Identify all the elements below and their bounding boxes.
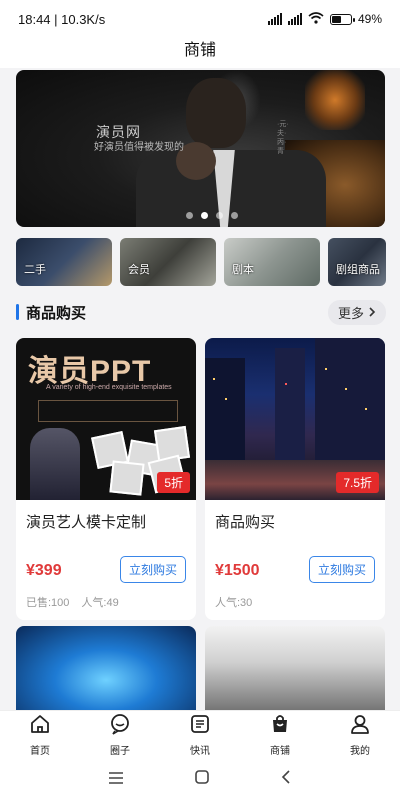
product-price: ¥1500 xyxy=(215,562,260,579)
product-image-subtitle: A variety of high-end exquisite template… xyxy=(46,384,172,391)
battery-text: 49% xyxy=(357,12,382,26)
product-name: 演员艺人模卡定制 xyxy=(26,514,147,531)
product-image-window xyxy=(225,398,227,400)
product-image-person xyxy=(30,428,80,500)
section-header: 商品购买 更多 xyxy=(16,299,386,325)
product-name: 商品购买 xyxy=(215,514,276,531)
product-image-window xyxy=(285,383,287,385)
product-image-window xyxy=(365,408,367,410)
banner-side-text: ·元·夫·丙·青 xyxy=(277,121,289,155)
category-script[interactable]: 剧本 xyxy=(224,238,320,286)
tab-label: 商铺 xyxy=(270,745,290,757)
category-label: 剧本 xyxy=(232,264,254,276)
more-button[interactable]: 更多 xyxy=(327,299,386,325)
menu-icon[interactable] xyxy=(108,769,124,790)
buy-now-button[interactable]: 立刻购买 xyxy=(119,556,186,583)
product-card-partial[interactable] xyxy=(16,626,196,716)
bottom-tab-bar: 首页 圈子 快讯 商铺 我的 xyxy=(0,710,400,758)
signal-icon-2 xyxy=(287,13,302,25)
product-image-building xyxy=(315,338,385,478)
system-nav-bar xyxy=(0,758,400,800)
carousel-dot[interactable] xyxy=(186,212,193,219)
product-image-photo xyxy=(109,460,145,496)
back-icon[interactable] xyxy=(280,769,292,790)
product-image-window xyxy=(345,388,347,390)
category-label: 会员 xyxy=(128,264,150,276)
discount-badge: 7.5折 xyxy=(336,472,379,493)
wifi-icon xyxy=(308,11,324,27)
status-icons: 49% xyxy=(267,11,382,27)
tab-news[interactable]: 快讯 xyxy=(160,711,240,758)
banner-figure-head xyxy=(186,78,246,148)
popularity-count: 人气:49 xyxy=(81,597,119,609)
category-membership[interactable]: 会员 xyxy=(120,238,216,286)
carousel-dot-active[interactable] xyxy=(201,212,208,219)
more-label: 更多 xyxy=(337,305,364,321)
carousel-dot[interactable] xyxy=(231,212,238,219)
product-image-window xyxy=(213,378,215,380)
product-image-window xyxy=(325,368,327,370)
tab-label: 首页 xyxy=(30,745,50,757)
product-image: 7.5折 xyxy=(205,338,385,500)
home-icon xyxy=(29,713,51,740)
status-time: 18:44 | 10.3K/s xyxy=(18,11,106,27)
banner-subtitle: 好演员值得被发现的 xyxy=(94,142,184,153)
banner-lamp xyxy=(305,70,365,130)
category-label: 剧组商品 xyxy=(336,264,380,276)
tab-label: 圈子 xyxy=(110,745,130,757)
product-meta: 已售:100 人气:49 xyxy=(26,594,119,610)
carousel-dots xyxy=(186,212,238,219)
page-title: 商铺 xyxy=(0,38,400,68)
product-image-building xyxy=(275,348,305,478)
signal-icon xyxy=(267,13,282,25)
product-image-textbox xyxy=(38,400,178,422)
status-bar: 18:44 | 10.3K/s 49% xyxy=(0,0,400,38)
buy-now-button[interactable]: 立刻购买 xyxy=(308,556,375,583)
news-icon xyxy=(189,713,211,740)
product-card-partial[interactable] xyxy=(205,626,385,716)
home-button-icon[interactable] xyxy=(194,769,210,790)
product-card[interactable]: 演员PPT A variety of high-end exquisite te… xyxy=(16,338,196,620)
tab-mine[interactable]: 我的 xyxy=(320,711,400,758)
tab-circle[interactable]: 圈子 xyxy=(80,711,160,758)
product-meta: 人气:30 xyxy=(215,594,252,610)
tab-home[interactable]: 首页 xyxy=(0,711,80,758)
product-image: 演员PPT A variety of high-end exquisite te… xyxy=(16,338,196,500)
product-price: ¥399 xyxy=(26,562,62,579)
tab-label: 快讯 xyxy=(190,745,210,757)
section-title-text: 商品购买 xyxy=(26,304,87,322)
section-accent-bar xyxy=(16,304,19,320)
category-secondhand[interactable]: 二手 xyxy=(16,238,112,286)
tab-label: 我的 xyxy=(350,745,370,757)
shop-icon xyxy=(269,713,291,740)
chat-icon xyxy=(109,713,131,740)
category-crew-goods[interactable]: 剧组商品 xyxy=(328,238,386,286)
sold-count: 已售:100 xyxy=(26,597,70,609)
carousel-dot[interactable] xyxy=(216,212,223,219)
banner-carousel[interactable]: 演员网 好演员值得被发现的 ·元·夫·丙·青 xyxy=(16,70,385,227)
discount-badge: 5折 xyxy=(157,472,190,493)
category-row: 二手 会员 剧本 剧组商品 xyxy=(16,238,386,286)
product-card[interactable]: 7.5折 商品购买 ¥1500 立刻购买 人气:30 xyxy=(205,338,385,620)
tab-shop[interactable]: 商铺 xyxy=(240,711,320,758)
user-icon xyxy=(349,713,371,740)
popularity-count: 人气:30 xyxy=(215,597,253,609)
section-title: 商品购买 xyxy=(16,302,86,323)
category-label: 二手 xyxy=(24,264,46,276)
chevron-right-icon xyxy=(368,305,376,320)
battery-icon xyxy=(329,13,355,25)
